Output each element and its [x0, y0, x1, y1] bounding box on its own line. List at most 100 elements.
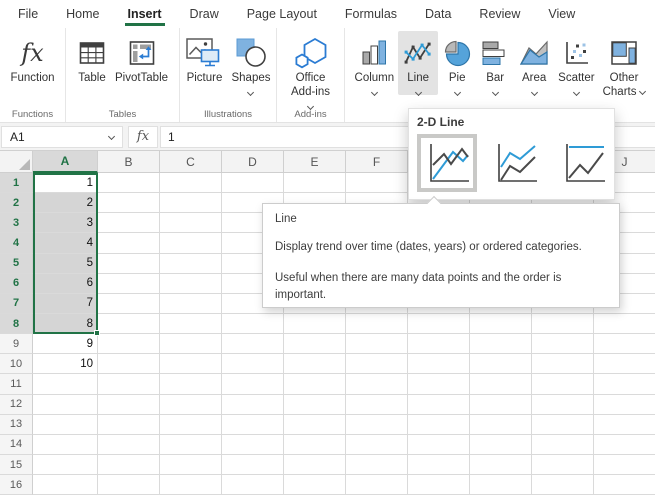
cell-J15[interactable]: [594, 455, 655, 475]
cell-I13[interactable]: [532, 415, 594, 435]
cell-G11[interactable]: [408, 374, 470, 394]
tab-view[interactable]: View: [547, 1, 576, 27]
table-button[interactable]: Table: [73, 31, 111, 86]
cell-F1[interactable]: [346, 173, 408, 193]
cell-E11[interactable]: [284, 374, 346, 394]
office-addins-button[interactable]: Office Add-ins: [287, 31, 334, 109]
cell-D12[interactable]: [222, 395, 284, 415]
cell-J8[interactable]: [594, 314, 655, 334]
row-header-3[interactable]: 3: [0, 213, 33, 233]
cell-B16[interactable]: [98, 475, 160, 495]
row-header-4[interactable]: 4: [0, 233, 33, 253]
cell-C7[interactable]: [160, 294, 222, 314]
cell-F12[interactable]: [346, 395, 408, 415]
cell-G15[interactable]: [408, 455, 470, 475]
row-header-2[interactable]: 2: [0, 193, 33, 213]
cell-I9[interactable]: [532, 334, 594, 354]
cell-A3[interactable]: 3: [33, 213, 98, 233]
bar-chart-button[interactable]: Bar: [476, 31, 514, 95]
cell-E15[interactable]: [284, 455, 346, 475]
pivottable-button[interactable]: PivotTable: [111, 31, 172, 86]
cell-B4[interactable]: [98, 233, 160, 253]
cell-B14[interactable]: [98, 435, 160, 455]
other-charts-button[interactable]: Other Charts: [599, 31, 650, 100]
cell-F8[interactable]: [346, 314, 408, 334]
pie-chart-button[interactable]: Pie: [438, 31, 476, 95]
cell-B11[interactable]: [98, 374, 160, 394]
cell-A14[interactable]: [33, 435, 98, 455]
cell-B7[interactable]: [98, 294, 160, 314]
cell-C12[interactable]: [160, 395, 222, 415]
row-header-16[interactable]: 16: [0, 475, 33, 495]
cell-B15[interactable]: [98, 455, 160, 475]
cell-F10[interactable]: [346, 354, 408, 374]
column-header-A[interactable]: A: [33, 151, 98, 173]
cell-F16[interactable]: [346, 475, 408, 495]
cell-D1[interactable]: [222, 173, 284, 193]
cell-C6[interactable]: [160, 274, 222, 294]
row-header-14[interactable]: 14: [0, 435, 33, 455]
row-header-1[interactable]: 1: [0, 173, 33, 193]
row-header-8[interactable]: 8: [0, 314, 33, 334]
cell-J13[interactable]: [594, 415, 655, 435]
cell-A5[interactable]: 5: [33, 254, 98, 274]
cell-H14[interactable]: [470, 435, 532, 455]
cell-G16[interactable]: [408, 475, 470, 495]
cell-J16[interactable]: [594, 475, 655, 495]
cell-F13[interactable]: [346, 415, 408, 435]
cell-E1[interactable]: [284, 173, 346, 193]
cell-B12[interactable]: [98, 395, 160, 415]
cell-H11[interactable]: [470, 374, 532, 394]
cell-C10[interactable]: [160, 354, 222, 374]
cell-B9[interactable]: [98, 334, 160, 354]
cell-C5[interactable]: [160, 254, 222, 274]
cell-F15[interactable]: [346, 455, 408, 475]
shapes-button[interactable]: Shapes: [227, 31, 274, 95]
cell-D14[interactable]: [222, 435, 284, 455]
cell-D13[interactable]: [222, 415, 284, 435]
cell-A15[interactable]: [33, 455, 98, 475]
cell-E16[interactable]: [284, 475, 346, 495]
cell-I15[interactable]: [532, 455, 594, 475]
cell-E9[interactable]: [284, 334, 346, 354]
tab-insert[interactable]: Insert: [127, 1, 163, 27]
cell-D8[interactable]: [222, 314, 284, 334]
cell-B13[interactable]: [98, 415, 160, 435]
cell-F14[interactable]: [346, 435, 408, 455]
cell-A13[interactable]: [33, 415, 98, 435]
picture-button[interactable]: Picture: [181, 31, 227, 86]
line-chart-button[interactable]: Line: [398, 31, 438, 95]
cell-A6[interactable]: 6: [33, 274, 98, 294]
cell-I11[interactable]: [532, 374, 594, 394]
cell-H9[interactable]: [470, 334, 532, 354]
option-100-stacked-line[interactable]: [553, 134, 613, 192]
cell-B6[interactable]: [98, 274, 160, 294]
cell-C14[interactable]: [160, 435, 222, 455]
cell-B3[interactable]: [98, 213, 160, 233]
cell-C15[interactable]: [160, 455, 222, 475]
row-header-13[interactable]: 13: [0, 415, 33, 435]
cell-A10[interactable]: 10: [33, 354, 98, 374]
cell-B2[interactable]: [98, 193, 160, 213]
select-all-corner[interactable]: [0, 151, 33, 173]
cell-H8[interactable]: [470, 314, 532, 334]
cell-H13[interactable]: [470, 415, 532, 435]
cell-A4[interactable]: 4: [33, 233, 98, 253]
cell-D10[interactable]: [222, 354, 284, 374]
cell-G12[interactable]: [408, 395, 470, 415]
column-header-D[interactable]: D: [222, 151, 284, 173]
cell-J9[interactable]: [594, 334, 655, 354]
cell-G13[interactable]: [408, 415, 470, 435]
cell-J12[interactable]: [594, 395, 655, 415]
row-header-15[interactable]: 15: [0, 455, 33, 475]
cell-I10[interactable]: [532, 354, 594, 374]
cell-C13[interactable]: [160, 415, 222, 435]
cell-J11[interactable]: [594, 374, 655, 394]
cell-H10[interactable]: [470, 354, 532, 374]
cell-J10[interactable]: [594, 354, 655, 374]
cell-C2[interactable]: [160, 193, 222, 213]
function-button[interactable]: fx Function: [6, 31, 58, 86]
cell-A9[interactable]: 9: [33, 334, 98, 354]
column-chart-button[interactable]: Column: [351, 31, 399, 95]
cell-D9[interactable]: [222, 334, 284, 354]
